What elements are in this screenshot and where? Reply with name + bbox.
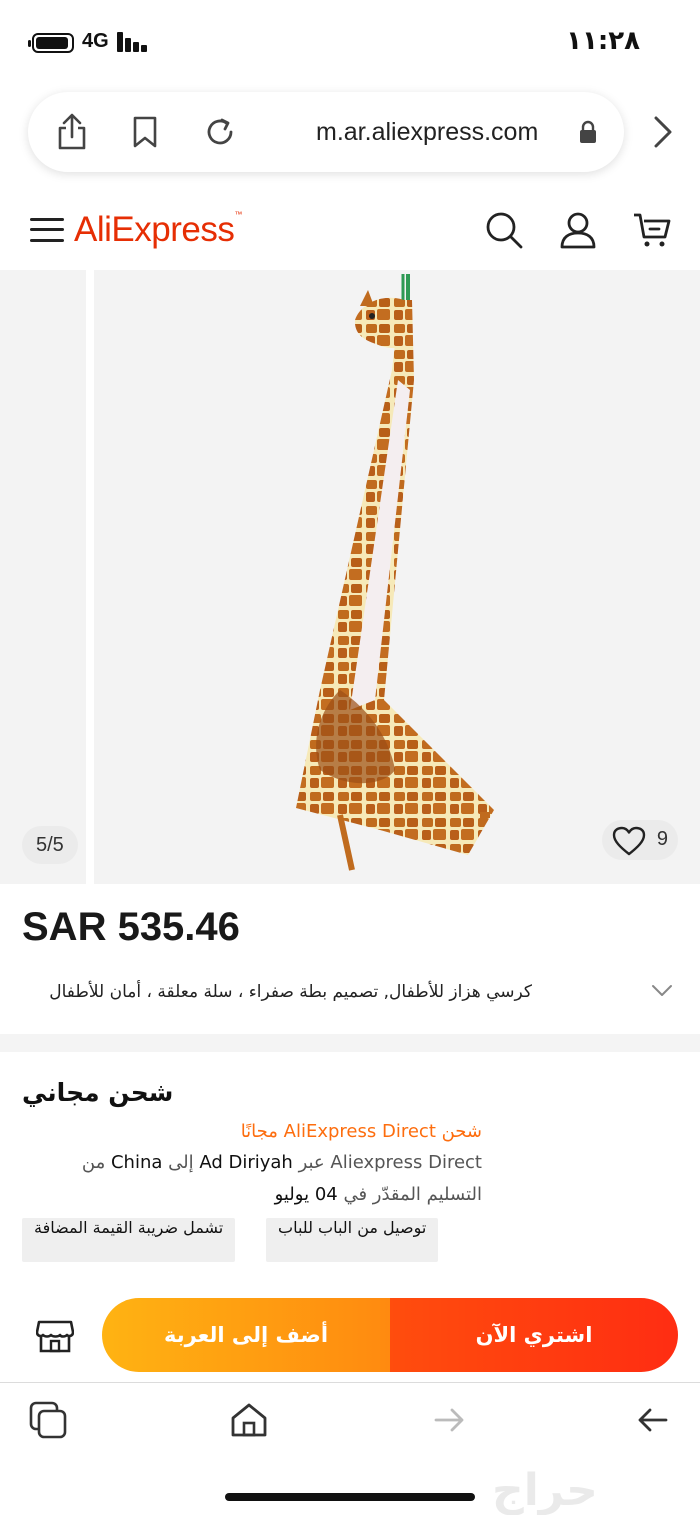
shipping-title: شحن مجاني — [22, 1078, 174, 1107]
chip-door-to-door: توصيل من الباب للباب — [266, 1218, 439, 1262]
shipping-route-line: Aliexpress Direct عبر Ad Diriyah إلى Chi… — [81, 1152, 482, 1173]
search-icon[interactable] — [484, 210, 524, 250]
buy-now-button[interactable]: اشتري الآن — [390, 1298, 678, 1372]
clock: ١١:٢٨ — [566, 26, 640, 56]
product-image[interactable] — [280, 270, 510, 880]
home-indicator[interactable] — [225, 1493, 475, 1501]
forward-arrow-icon[interactable] — [430, 1400, 470, 1440]
bottom-divider — [0, 1382, 700, 1383]
signal-icon — [117, 32, 151, 52]
chevron-down-icon[interactable] — [650, 980, 674, 1000]
watermark-logo: حراج — [492, 1465, 598, 1515]
back-arrow-icon[interactable] — [632, 1400, 672, 1440]
network-type: 4G — [82, 30, 109, 52]
gallery-divider — [86, 270, 94, 884]
tabs-icon[interactable] — [28, 1400, 68, 1440]
aliexpress-logo[interactable]: AliExpress™ — [74, 210, 242, 250]
heart-icon — [612, 826, 646, 856]
lock-icon — [580, 120, 596, 143]
site-header: AliExpress™ — [0, 190, 700, 270]
cart-icon[interactable] — [632, 210, 672, 250]
status-bar: 4G ١١:٢٨ — [0, 0, 700, 80]
product-price: SAR 535.46 — [22, 905, 240, 949]
address-bar[interactable]: m.ar.aliexpress.com — [28, 92, 624, 172]
chip-vat-included: تشمل ضريبة القيمة المضافة — [22, 1218, 236, 1262]
shipping-free-line: شحن AliExpress Direct مجانًا — [240, 1121, 482, 1142]
add-to-cart-button[interactable]: أضف إلى العربة — [102, 1298, 390, 1372]
product-title[interactable]: كرسي هزاز للأطفال, تصميم بطة صفراء ، سلة… — [22, 982, 532, 1002]
menu-icon[interactable] — [30, 216, 64, 244]
battery-icon — [28, 33, 74, 53]
delivery-estimate-line: التسليم المقدّر في 04 يوليو — [274, 1184, 482, 1205]
url-text[interactable]: m.ar.aliexpress.com — [316, 118, 538, 147]
bookmark-icon[interactable] — [125, 112, 165, 152]
share-icon[interactable] — [52, 112, 92, 152]
account-icon[interactable] — [558, 210, 598, 250]
product-gallery[interactable]: 5/5 9 — [0, 270, 700, 884]
home-icon[interactable] — [229, 1400, 269, 1440]
wishlist-button[interactable]: 9 — [602, 820, 678, 860]
store-icon[interactable] — [36, 1316, 74, 1354]
reload-icon[interactable] — [200, 112, 240, 152]
image-counter: 5/5 — [22, 826, 78, 864]
forward-chevron-icon[interactable] — [648, 112, 678, 152]
wishlist-count: 9 — [656, 828, 668, 850]
section-separator — [0, 1034, 700, 1052]
